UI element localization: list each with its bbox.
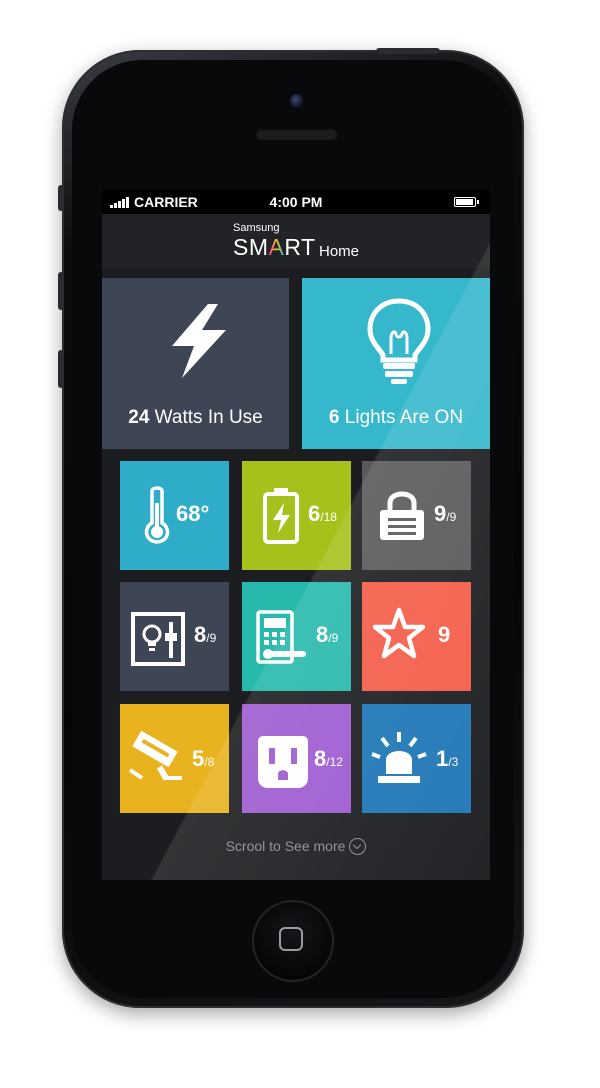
tile-sub-value: /9 [328, 631, 339, 645]
alarms-value: 1/3 [436, 746, 458, 772]
status-bar: CARRIER 4:00 PM [102, 190, 490, 214]
earpiece-speaker [256, 128, 338, 140]
siren-icon [371, 732, 427, 783]
light-switch-icon [131, 612, 185, 666]
security-camera-icon [128, 730, 182, 781]
battery-fill [456, 199, 473, 205]
lights-on-value: 6 [328, 407, 340, 428]
lightning-bolt-icon [172, 304, 226, 378]
power-outlet-icon [258, 736, 308, 788]
battery-value: 6/18 [308, 501, 337, 527]
brand-smart-part3: RT [284, 234, 316, 260]
door-locks-tile[interactable]: 8/9 [242, 582, 351, 691]
temperature-value: 68° [176, 501, 209, 527]
tile-main-value: 8 [314, 746, 327, 771]
lights-on-text: Lights Are ON [339, 407, 464, 428]
cameras-tile[interactable]: 5/8 [120, 704, 229, 813]
power-usage-text: Watts In Use [149, 407, 263, 428]
padlock-icon [380, 491, 424, 540]
status-time: 4:00 PM [269, 194, 323, 210]
brand-home: Home [319, 243, 360, 260]
tile-main-value: 8 [316, 622, 329, 647]
brand-maker: Samsung [233, 222, 280, 234]
power-button [376, 48, 440, 54]
brand-smart-part2: A [268, 234, 285, 260]
battery-tile[interactable]: 6/18 [242, 461, 351, 570]
tile-sub-value: /9 [446, 510, 457, 524]
locks-tile[interactable]: 9/9 [362, 461, 471, 570]
brand-smart-part1: SM [233, 234, 269, 260]
tile-main-value: 68° [176, 501, 210, 526]
power-usage-tile[interactable]: 24 Watts In Use [102, 278, 289, 449]
tile-sub-value: /18 [320, 510, 337, 524]
power-usage-value: 24 [128, 407, 150, 428]
light-switches-tile[interactable]: 8/9 [120, 582, 229, 691]
door-lock-icon [256, 610, 306, 664]
alarms-tile[interactable]: 1/3 [362, 704, 471, 813]
favorites-tile[interactable]: 9 [362, 582, 471, 691]
tile-main-value: 9 [438, 622, 451, 647]
home-button[interactable] [252, 900, 334, 982]
light-bulb-icon [367, 298, 431, 384]
silent-switch [58, 185, 64, 211]
door-locks-value: 8/9 [316, 622, 338, 648]
tile-sub-value: /9 [206, 631, 217, 645]
light-switches-value: 8/9 [194, 622, 216, 648]
chevron-down-icon [349, 837, 367, 855]
battery-charging-icon [263, 488, 299, 544]
cameras-value: 5/8 [192, 746, 214, 772]
scroll-hint[interactable]: Scrool to See more [102, 837, 490, 856]
temperature-tile[interactable]: 68° [120, 461, 229, 570]
battery-status-icon [454, 197, 479, 207]
volume-down-button [58, 350, 64, 388]
app-header: Samsung SMART Home [102, 214, 490, 268]
tile-main-value: 6 [308, 501, 321, 526]
outlets-tile[interactable]: 8/12 [242, 704, 351, 813]
tile-main-value: 8 [194, 622, 207, 647]
brand-logo: SMART [233, 234, 316, 261]
volume-up-button [58, 272, 64, 310]
lights-on-label: 6 Lights Are ON [302, 407, 490, 429]
app-screen: CARRIER 4:00 PM Samsung SMART Home 24 Wa… [102, 190, 490, 880]
favorites-value: 9 [438, 622, 450, 648]
tile-sub-value: /8 [204, 755, 215, 769]
scroll-hint-text: Scrool to See more [225, 838, 346, 854]
power-usage-label: 24 Watts In Use [102, 407, 289, 429]
tile-main-value: 1 [436, 746, 449, 771]
tile-sub-value: /12 [326, 755, 343, 769]
tile-main-value: 5 [192, 746, 205, 771]
star-icon [372, 607, 426, 659]
outlets-value: 8/12 [314, 746, 343, 772]
front-camera [290, 94, 304, 108]
locks-value: 9/9 [434, 501, 456, 527]
tile-main-value: 9 [434, 501, 447, 526]
lights-on-tile[interactable]: 6 Lights Are ON [302, 278, 490, 449]
tile-sub-value: /3 [448, 755, 459, 769]
